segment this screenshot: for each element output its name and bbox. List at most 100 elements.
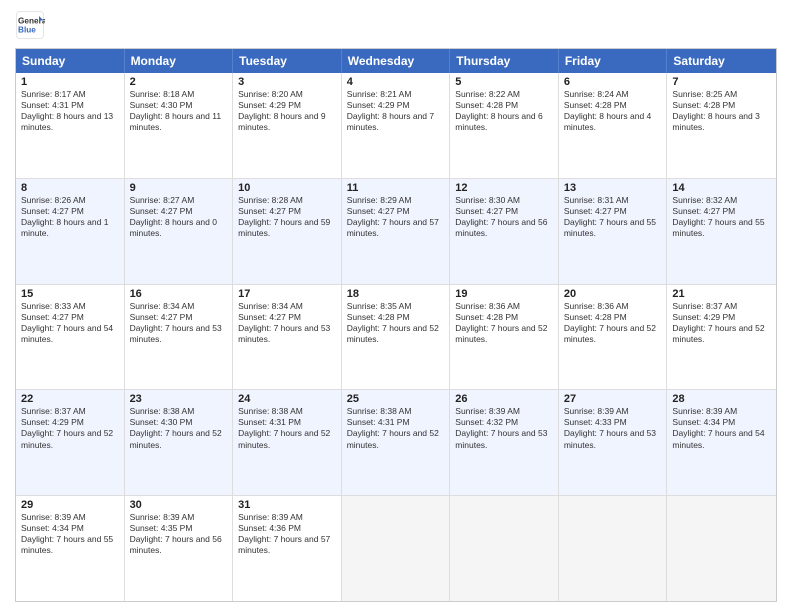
calendar-cell: 30 Sunrise: 8:39 AMSunset: 4:35 PMDaylig… (125, 496, 234, 601)
cell-info: Sunrise: 8:37 AMSunset: 4:29 PMDaylight:… (21, 406, 113, 449)
cell-info: Sunrise: 8:25 AMSunset: 4:28 PMDaylight:… (672, 89, 759, 132)
calendar-cell: 31 Sunrise: 8:39 AMSunset: 4:36 PMDaylig… (233, 496, 342, 601)
cell-info: Sunrise: 8:21 AMSunset: 4:29 PMDaylight:… (347, 89, 434, 132)
cell-info: Sunrise: 8:27 AMSunset: 4:27 PMDaylight:… (130, 195, 217, 238)
header-day-sunday: Sunday (16, 49, 125, 73)
day-number: 22 (21, 393, 119, 405)
calendar-cell (450, 496, 559, 601)
cell-info: Sunrise: 8:39 AMSunset: 4:35 PMDaylight:… (130, 512, 222, 555)
cell-info: Sunrise: 8:26 AMSunset: 4:27 PMDaylight:… (21, 195, 108, 238)
calendar-cell: 9 Sunrise: 8:27 AMSunset: 4:27 PMDayligh… (125, 179, 234, 284)
svg-text:General: General (18, 17, 45, 26)
calendar-cell: 17 Sunrise: 8:34 AMSunset: 4:27 PMDaylig… (233, 285, 342, 390)
calendar-row-5: 29 Sunrise: 8:39 AMSunset: 4:34 PMDaylig… (16, 495, 776, 601)
calendar-cell (342, 496, 451, 601)
day-number: 17 (238, 288, 336, 300)
calendar-cell (559, 496, 668, 601)
calendar-cell: 26 Sunrise: 8:39 AMSunset: 4:32 PMDaylig… (450, 390, 559, 495)
cell-info: Sunrise: 8:24 AMSunset: 4:28 PMDaylight:… (564, 89, 651, 132)
day-number: 28 (672, 393, 771, 405)
day-number: 5 (455, 76, 553, 88)
day-number: 29 (21, 499, 119, 511)
day-number: 11 (347, 182, 445, 194)
cell-info: Sunrise: 8:36 AMSunset: 4:28 PMDaylight:… (564, 301, 656, 344)
calendar-body: 1 Sunrise: 8:17 AMSunset: 4:31 PMDayligh… (16, 73, 776, 601)
day-number: 30 (130, 499, 228, 511)
calendar-cell: 6 Sunrise: 8:24 AMSunset: 4:28 PMDayligh… (559, 73, 668, 178)
day-number: 6 (564, 76, 662, 88)
cell-info: Sunrise: 8:20 AMSunset: 4:29 PMDaylight:… (238, 89, 325, 132)
cell-info: Sunrise: 8:39 AMSunset: 4:36 PMDaylight:… (238, 512, 330, 555)
day-number: 9 (130, 182, 228, 194)
calendar-cell: 7 Sunrise: 8:25 AMSunset: 4:28 PMDayligh… (667, 73, 776, 178)
cell-info: Sunrise: 8:36 AMSunset: 4:28 PMDaylight:… (455, 301, 547, 344)
header-day-saturday: Saturday (667, 49, 776, 73)
cell-info: Sunrise: 8:34 AMSunset: 4:27 PMDaylight:… (130, 301, 222, 344)
calendar-cell: 5 Sunrise: 8:22 AMSunset: 4:28 PMDayligh… (450, 73, 559, 178)
header-day-thursday: Thursday (450, 49, 559, 73)
calendar-cell: 3 Sunrise: 8:20 AMSunset: 4:29 PMDayligh… (233, 73, 342, 178)
day-number: 1 (21, 76, 119, 88)
day-number: 14 (672, 182, 771, 194)
day-number: 31 (238, 499, 336, 511)
cell-info: Sunrise: 8:30 AMSunset: 4:27 PMDaylight:… (455, 195, 547, 238)
cell-info: Sunrise: 8:31 AMSunset: 4:27 PMDaylight:… (564, 195, 656, 238)
header-day-tuesday: Tuesday (233, 49, 342, 73)
calendar-cell: 2 Sunrise: 8:18 AMSunset: 4:30 PMDayligh… (125, 73, 234, 178)
day-number: 3 (238, 76, 336, 88)
day-number: 10 (238, 182, 336, 194)
svg-text:Blue: Blue (18, 26, 36, 35)
calendar-cell (667, 496, 776, 601)
day-number: 16 (130, 288, 228, 300)
calendar-cell: 23 Sunrise: 8:38 AMSunset: 4:30 PMDaylig… (125, 390, 234, 495)
calendar-cell: 19 Sunrise: 8:36 AMSunset: 4:28 PMDaylig… (450, 285, 559, 390)
cell-info: Sunrise: 8:33 AMSunset: 4:27 PMDaylight:… (21, 301, 113, 344)
calendar-cell: 25 Sunrise: 8:38 AMSunset: 4:31 PMDaylig… (342, 390, 451, 495)
cell-info: Sunrise: 8:38 AMSunset: 4:31 PMDaylight:… (238, 406, 330, 449)
day-number: 13 (564, 182, 662, 194)
calendar-cell: 18 Sunrise: 8:35 AMSunset: 4:28 PMDaylig… (342, 285, 451, 390)
calendar-cell: 13 Sunrise: 8:31 AMSunset: 4:27 PMDaylig… (559, 179, 668, 284)
calendar-row-2: 8 Sunrise: 8:26 AMSunset: 4:27 PMDayligh… (16, 178, 776, 284)
logo-icon: General Blue (15, 10, 45, 40)
calendar-cell: 28 Sunrise: 8:39 AMSunset: 4:34 PMDaylig… (667, 390, 776, 495)
calendar-row-3: 15 Sunrise: 8:33 AMSunset: 4:27 PMDaylig… (16, 284, 776, 390)
day-number: 19 (455, 288, 553, 300)
calendar-cell: 27 Sunrise: 8:39 AMSunset: 4:33 PMDaylig… (559, 390, 668, 495)
day-number: 21 (672, 288, 771, 300)
cell-info: Sunrise: 8:32 AMSunset: 4:27 PMDaylight:… (672, 195, 764, 238)
calendar-cell: 14 Sunrise: 8:32 AMSunset: 4:27 PMDaylig… (667, 179, 776, 284)
header-day-friday: Friday (559, 49, 668, 73)
day-number: 12 (455, 182, 553, 194)
calendar: SundayMondayTuesdayWednesdayThursdayFrid… (15, 48, 777, 602)
cell-info: Sunrise: 8:38 AMSunset: 4:30 PMDaylight:… (130, 406, 222, 449)
day-number: 18 (347, 288, 445, 300)
page: General Blue SundayMondayTuesdayWednesda… (0, 0, 792, 612)
calendar-cell: 4 Sunrise: 8:21 AMSunset: 4:29 PMDayligh… (342, 73, 451, 178)
calendar-header: SundayMondayTuesdayWednesdayThursdayFrid… (16, 49, 776, 73)
calendar-cell: 1 Sunrise: 8:17 AMSunset: 4:31 PMDayligh… (16, 73, 125, 178)
cell-info: Sunrise: 8:38 AMSunset: 4:31 PMDaylight:… (347, 406, 439, 449)
cell-info: Sunrise: 8:39 AMSunset: 4:33 PMDaylight:… (564, 406, 656, 449)
calendar-cell: 11 Sunrise: 8:29 AMSunset: 4:27 PMDaylig… (342, 179, 451, 284)
logo: General Blue (15, 10, 49, 40)
day-number: 24 (238, 393, 336, 405)
calendar-cell: 21 Sunrise: 8:37 AMSunset: 4:29 PMDaylig… (667, 285, 776, 390)
calendar-row-1: 1 Sunrise: 8:17 AMSunset: 4:31 PMDayligh… (16, 73, 776, 178)
day-number: 15 (21, 288, 119, 300)
cell-info: Sunrise: 8:34 AMSunset: 4:27 PMDaylight:… (238, 301, 330, 344)
calendar-cell: 15 Sunrise: 8:33 AMSunset: 4:27 PMDaylig… (16, 285, 125, 390)
cell-info: Sunrise: 8:37 AMSunset: 4:29 PMDaylight:… (672, 301, 764, 344)
calendar-cell: 24 Sunrise: 8:38 AMSunset: 4:31 PMDaylig… (233, 390, 342, 495)
cell-info: Sunrise: 8:28 AMSunset: 4:27 PMDaylight:… (238, 195, 330, 238)
calendar-cell: 8 Sunrise: 8:26 AMSunset: 4:27 PMDayligh… (16, 179, 125, 284)
day-number: 25 (347, 393, 445, 405)
cell-info: Sunrise: 8:22 AMSunset: 4:28 PMDaylight:… (455, 89, 542, 132)
day-number: 8 (21, 182, 119, 194)
day-number: 20 (564, 288, 662, 300)
calendar-cell: 16 Sunrise: 8:34 AMSunset: 4:27 PMDaylig… (125, 285, 234, 390)
cell-info: Sunrise: 8:39 AMSunset: 4:34 PMDaylight:… (21, 512, 113, 555)
cell-info: Sunrise: 8:18 AMSunset: 4:30 PMDaylight:… (130, 89, 222, 132)
cell-info: Sunrise: 8:35 AMSunset: 4:28 PMDaylight:… (347, 301, 439, 344)
cell-info: Sunrise: 8:29 AMSunset: 4:27 PMDaylight:… (347, 195, 439, 238)
